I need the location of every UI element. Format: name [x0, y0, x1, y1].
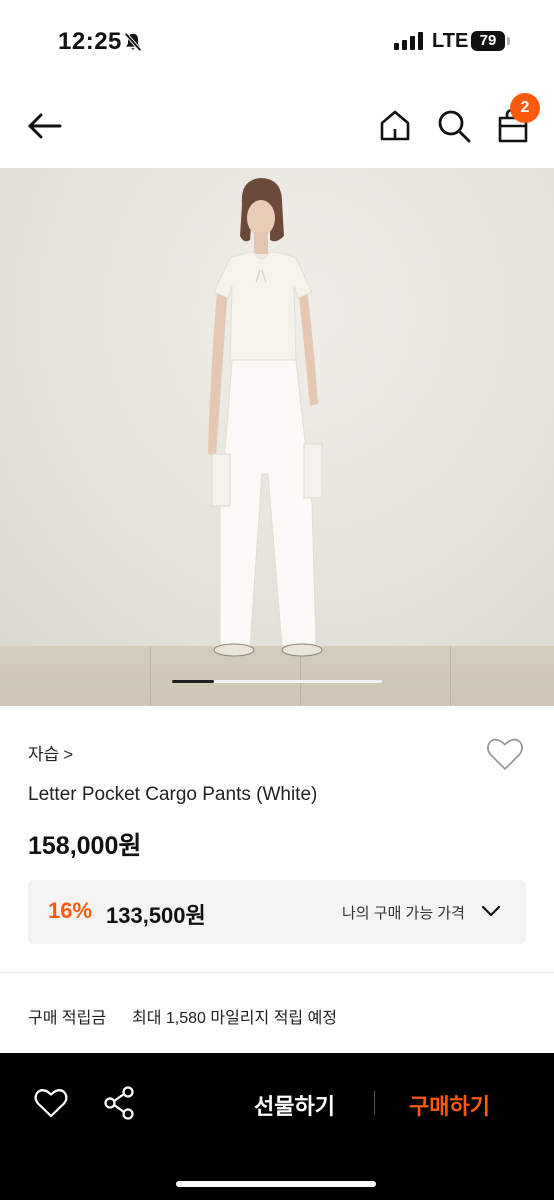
product-photo: [208, 178, 323, 657]
discount-price: 133,500원: [106, 903, 206, 928]
network-label: LTE: [432, 30, 469, 52]
floor-tile-line: [450, 646, 451, 706]
status-bar: 12:25 LTE 79: [0, 0, 554, 80]
product-price: 158,000원: [28, 832, 142, 860]
bottom-action-bar: 선물하기 구매하기: [0, 1053, 554, 1200]
section-divider: [0, 972, 554, 973]
carousel-progress-indicator: [172, 680, 214, 683]
signal-icon: [394, 32, 423, 50]
product-image-carousel[interactable]: [0, 168, 554, 706]
heart-icon[interactable]: [34, 1087, 68, 1119]
battery-tip: [507, 37, 510, 45]
floor-tile-line: [150, 646, 151, 706]
discount-rate: 16%: [48, 898, 93, 923]
home-indicator: [176, 1181, 376, 1187]
bell-slash-icon: [124, 32, 142, 52]
battery-level: 79: [471, 31, 505, 51]
points-label: 구매 적립금: [28, 1010, 107, 1027]
price-option-label: 나의 구매 가능 가격: [342, 905, 465, 922]
header: [0, 80, 554, 168]
points-value: 최대 1,580 마일리지 적립 예정: [132, 1010, 338, 1027]
brand-name: 자습: [28, 745, 60, 764]
back-arrow-icon[interactable]: [24, 106, 64, 146]
action-bar-divider: [374, 1091, 375, 1115]
price-option-box[interactable]: 16% 133,500원 나의 구매 가능 가격: [28, 880, 526, 944]
search-icon[interactable]: [436, 108, 472, 144]
chevron-down-icon[interactable]: [480, 902, 502, 920]
brand-link[interactable]: 자습 >: [28, 740, 73, 765]
cart-count-badge[interactable]: 2: [510, 93, 540, 123]
chevron-right-icon: >: [63, 745, 74, 764]
heart-icon[interactable]: [486, 736, 524, 772]
gift-button[interactable]: 선물하기: [254, 1089, 335, 1121]
status-time: 12:25: [58, 28, 122, 55]
buy-button[interactable]: 구매하기: [409, 1089, 490, 1121]
share-icon[interactable]: [102, 1085, 136, 1121]
home-icon[interactable]: [378, 108, 412, 142]
battery-icon: 79: [471, 31, 511, 51]
product-name: Letter Pocket Cargo Pants (White): [28, 784, 318, 805]
